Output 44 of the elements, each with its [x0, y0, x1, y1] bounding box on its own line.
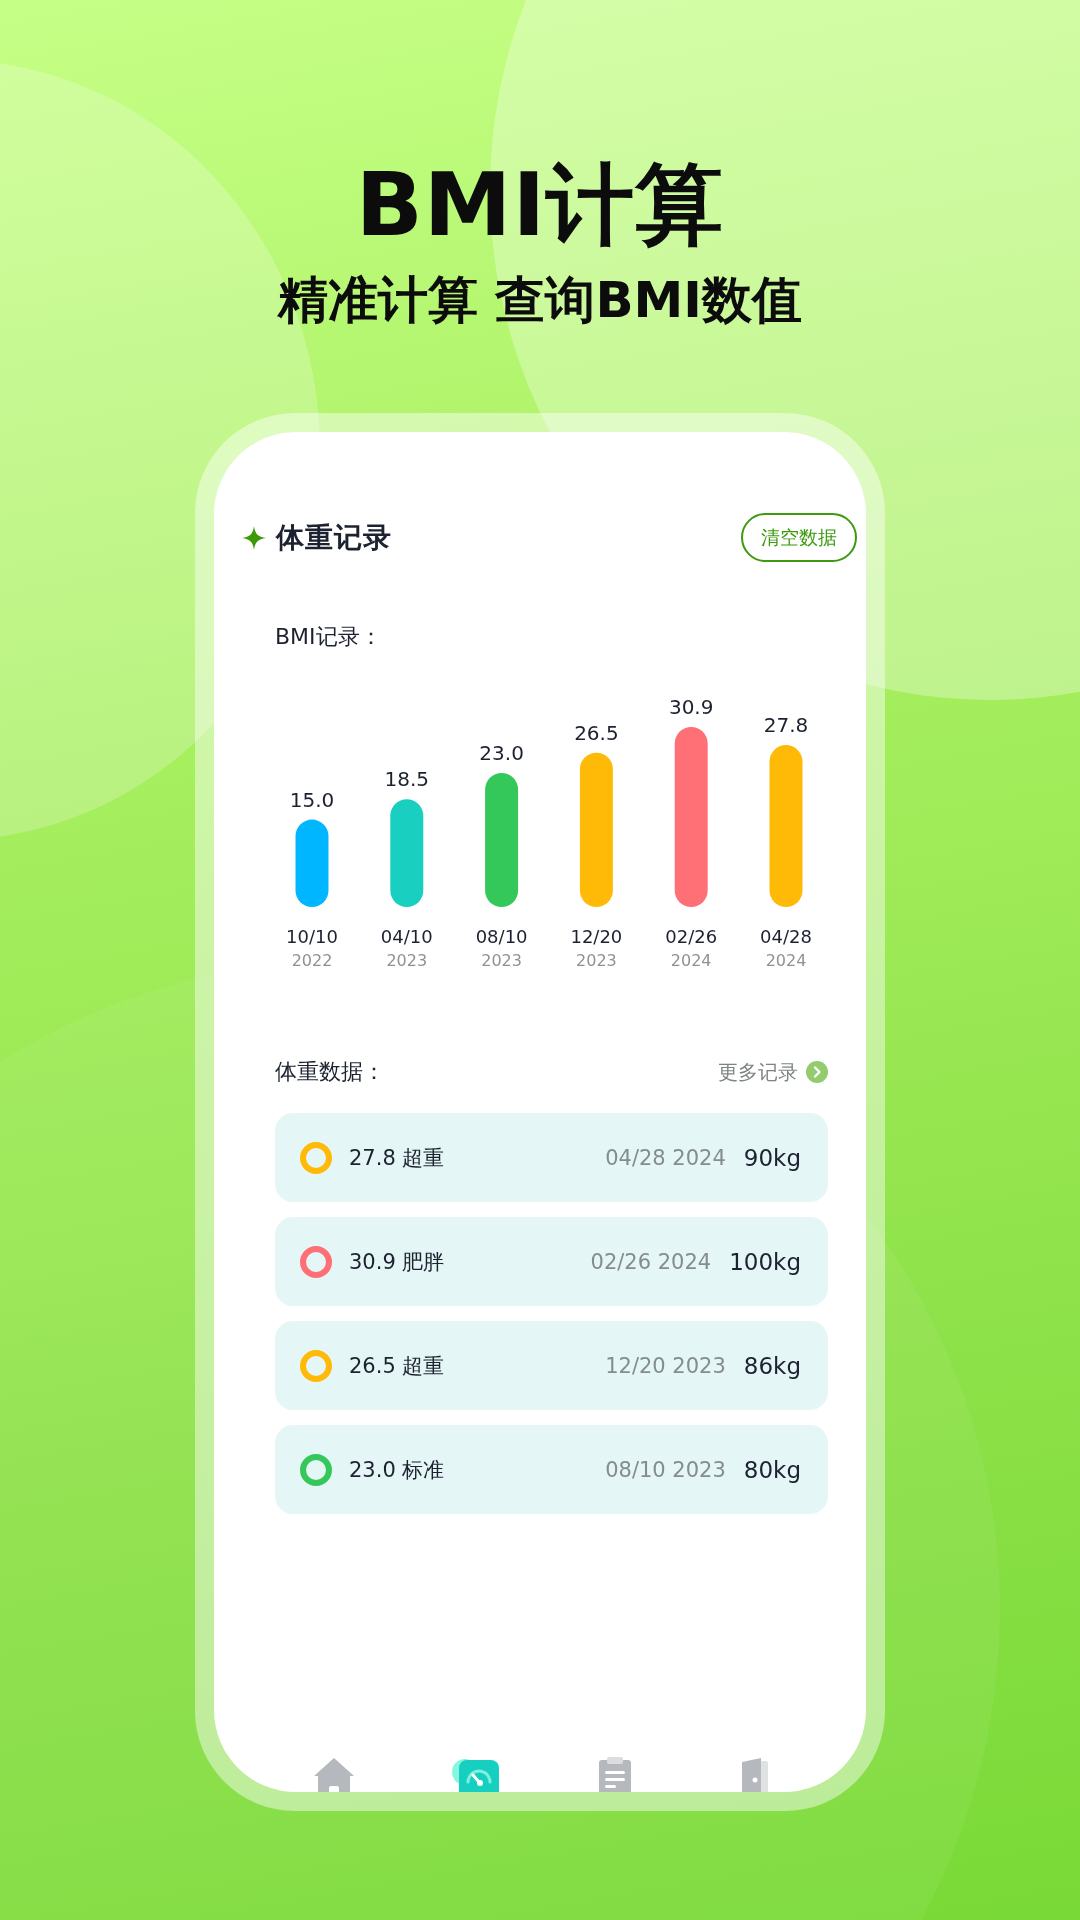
record-date: 08/10 2023 — [605, 1457, 726, 1482]
more-records-link[interactable]: 更多记录 — [718, 1058, 798, 1086]
date-label: 04/28 — [760, 926, 812, 947]
year-label: 2023 — [386, 951, 428, 970]
chevron-circle-icon[interactable] — [806, 1061, 828, 1083]
weight-record-card[interactable]: 23.0 标准 08/10 2023 80kg — [275, 1425, 828, 1514]
bmi-status-text: 27.8 超重 — [349, 1144, 445, 1172]
bar-value-label: 15.0 — [289, 787, 335, 812]
bar-value-label: 27.8 — [763, 713, 809, 738]
gauge-icon[interactable] — [450, 1756, 499, 1792]
year-label: 2024 — [765, 951, 807, 970]
clear-data-button[interactable]: 清空数据 — [741, 513, 857, 562]
date-label: 02/26 — [665, 926, 718, 947]
weight-value: 80kg — [743, 1456, 801, 1483]
weight-value: 86kg — [743, 1352, 801, 1379]
date-label: 04/10 — [380, 926, 433, 947]
headline-subtitle: 精准计算 查询BMI数值 — [278, 270, 802, 330]
bmi-status-text: 26.5 超重 — [349, 1352, 445, 1380]
year-label: 2022 — [291, 951, 333, 970]
bar-value-label: 30.9 — [668, 695, 714, 719]
weight-value: 90kg — [743, 1144, 801, 1171]
chart-title: BMI记录： — [275, 623, 383, 651]
weight-value: 100kg — [729, 1248, 801, 1275]
record-date: 12/20 2023 — [605, 1353, 726, 1378]
bmi-status-text: 30.9 肥胖 — [349, 1248, 445, 1276]
weight-data-title: 体重数据： — [275, 1058, 385, 1086]
record-date: 02/26 2024 — [590, 1249, 712, 1274]
year-label: 2023 — [576, 951, 617, 970]
weight-record-card[interactable]: 30.9 肥胖 02/26 2024 100kg — [275, 1217, 828, 1306]
bar-value-label: 18.5 — [384, 767, 430, 792]
date-label: 08/10 — [475, 926, 528, 947]
bmi-status-text: 23.0 标准 — [349, 1456, 445, 1484]
sparkle-icon — [242, 525, 266, 550]
weight-record-card[interactable]: 27.8 超重 04/28 2024 90kg — [275, 1113, 828, 1202]
section-title: 体重记录 — [276, 519, 392, 556]
year-label: 2023 — [481, 951, 522, 970]
weight-record-card[interactable]: 26.5 超重 12/20 2023 86kg — [275, 1321, 828, 1410]
record-date: 04/28 2024 — [605, 1145, 726, 1170]
date-label: 12/20 — [570, 926, 623, 947]
year-label: 2024 — [670, 951, 712, 970]
headline-title: BMI计算 — [355, 155, 725, 255]
bar-value-label: 26.5 — [574, 720, 619, 745]
date-label: 10/10 — [286, 926, 338, 947]
bar-value-label: 23.0 — [479, 741, 524, 765]
